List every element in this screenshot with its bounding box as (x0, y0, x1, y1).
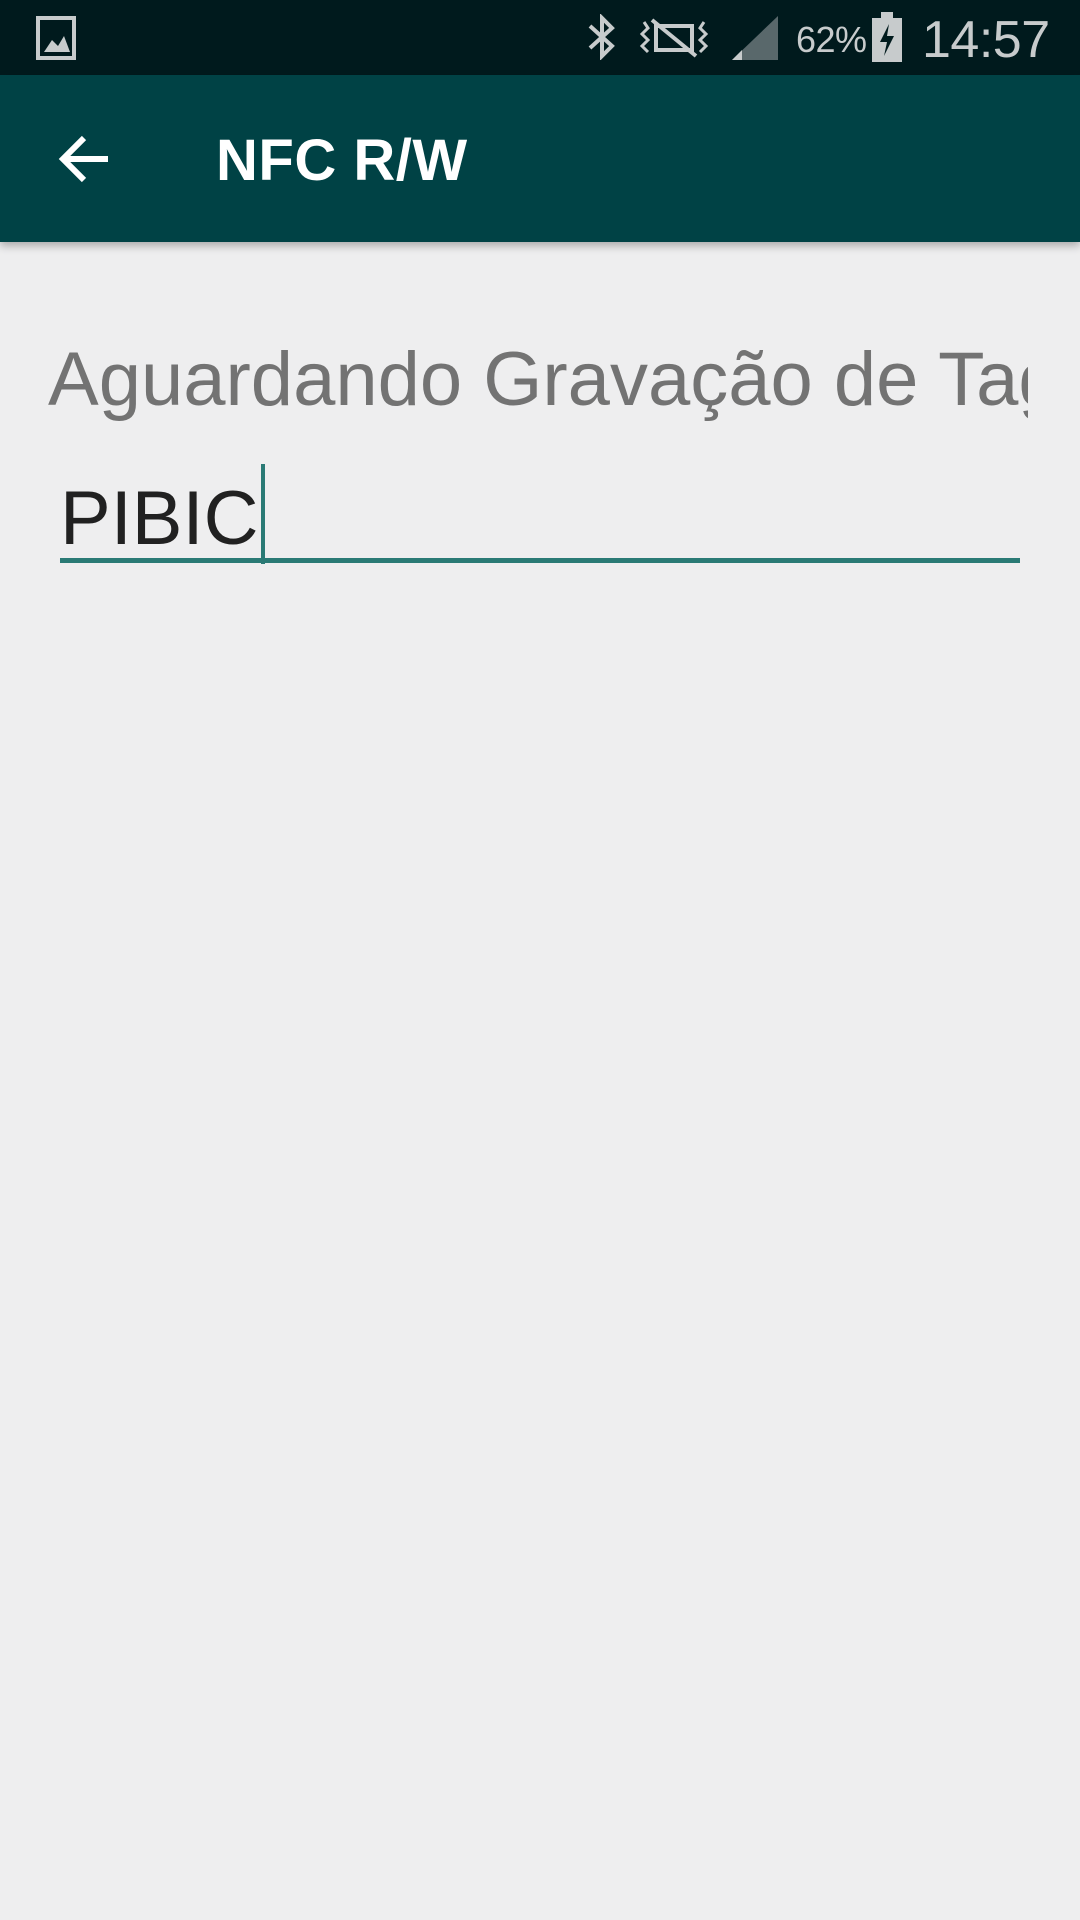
tag-input-underline (60, 558, 1020, 563)
battery-percent: 62% (796, 19, 867, 60)
gallery-icon (36, 16, 76, 60)
arrow-back-icon (58, 135, 108, 183)
toolbar-title: NFC R/W (216, 128, 468, 193)
main-content: Aguardando Gravação de Tag PIBIC (0, 242, 1080, 1920)
bluetooth-icon (588, 14, 615, 60)
back-button[interactable] (28, 123, 140, 195)
app-toolbar: NFC R/W (0, 75, 1080, 242)
status-label: Aguardando Gravação de Tag (48, 337, 1028, 422)
vibrate-mute-icon (639, 18, 709, 58)
clock: 14:57 (922, 11, 1050, 69)
text-cursor (260, 464, 265, 564)
tag-input-field[interactable]: PIBIC (60, 450, 1020, 570)
battery-charging-icon (872, 12, 902, 62)
tag-input-value[interactable]: PIBIC (60, 464, 265, 564)
tag-input-text: PIBIC (60, 476, 259, 561)
signal-icon (732, 16, 778, 60)
status-bar: 62% 14:57 (0, 0, 1080, 75)
